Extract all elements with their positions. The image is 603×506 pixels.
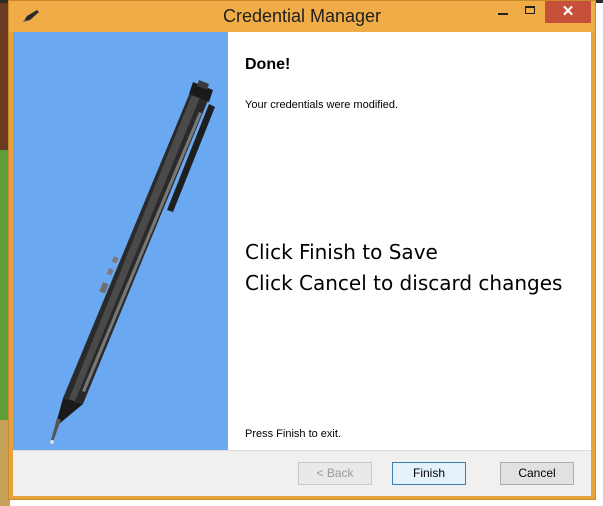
instruction-line-save: Click Finish to Save	[245, 240, 438, 264]
wizard-client-area: Done! Your credentials were modified. Cl…	[13, 32, 591, 496]
wizard-content: Done! Your credentials were modified. Cl…	[228, 32, 591, 450]
back-button[interactable]: < Back	[298, 462, 372, 485]
instruction-line-cancel: Click Cancel to discard changes	[245, 271, 563, 295]
instruction-message: Click Finish to Save Click Cancel to dis…	[245, 237, 562, 299]
side-illustration-panel	[13, 32, 228, 450]
page-heading: Done!	[245, 56, 291, 73]
close-icon: ✕	[561, 3, 575, 20]
wizard-button-bar: < Back Finish Cancel	[13, 450, 591, 496]
finish-button[interactable]: Finish	[392, 462, 466, 485]
credential-manager-window: Credential Manager ✕ Done! Your credenti…	[8, 0, 596, 500]
maximize-button[interactable]	[517, 1, 545, 23]
exit-instruction: Press Finish to exit.	[245, 428, 341, 440]
close-button[interactable]: ✕	[545, 1, 591, 23]
title-bar[interactable]: Credential Manager ✕	[9, 1, 595, 32]
status-description: Your credentials were modified.	[245, 99, 399, 111]
minimize-button[interactable]	[489, 1, 517, 23]
stylus-pen-image	[50, 80, 215, 444]
cancel-button[interactable]: Cancel	[500, 462, 574, 485]
